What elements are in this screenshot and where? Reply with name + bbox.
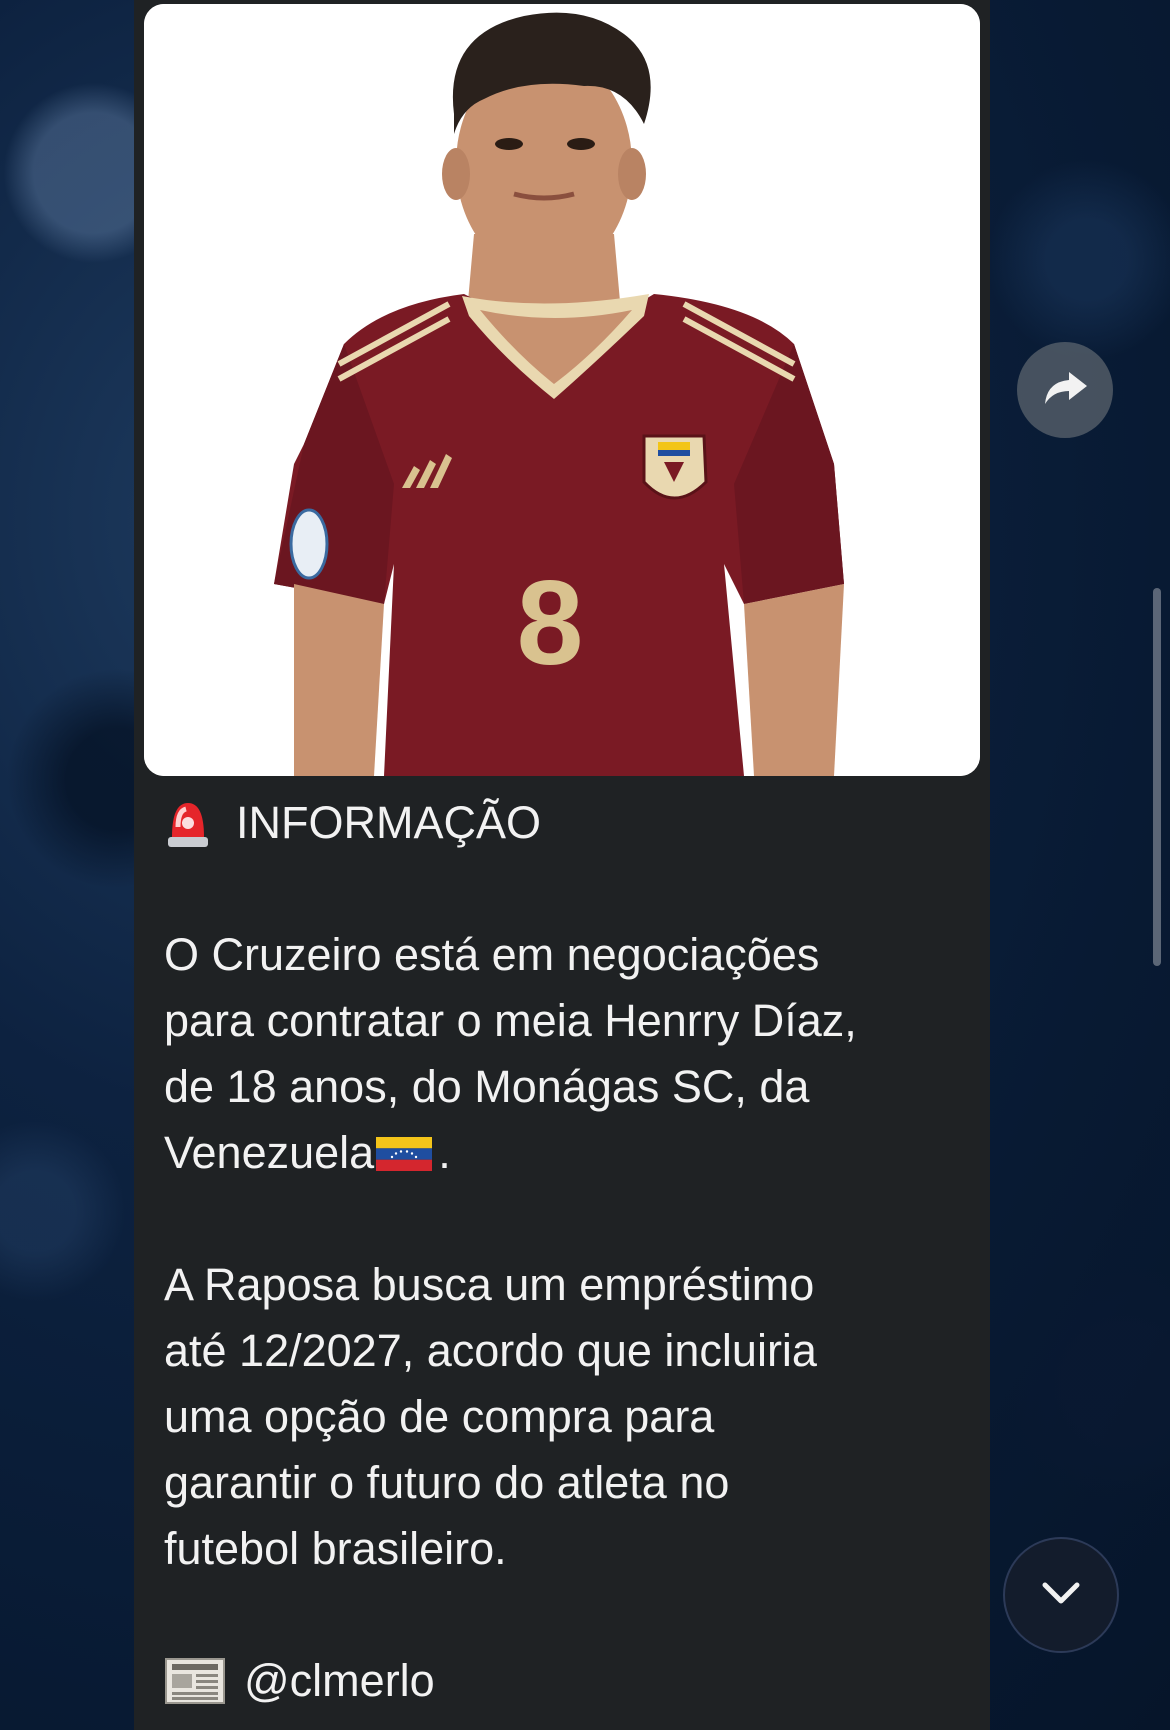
- paragraph-1: O Cruzeiro está em negociações para cont…: [164, 922, 964, 1186]
- paragraph-2: A Raposa busca um empréstimo até 12/2027…: [164, 1252, 964, 1582]
- heading-text: INFORMAÇÃO: [236, 797, 542, 848]
- player-photo[interactable]: 8: [144, 4, 980, 776]
- message-caption: INFORMAÇÃO O Cruzeiro está em negociaçõe…: [164, 790, 964, 1714]
- police-light-icon: [164, 797, 212, 849]
- credit-handle[interactable]: @clmerlo: [244, 1648, 435, 1714]
- paragraph-line: até 12/2027, acordo que incluiria: [164, 1325, 817, 1376]
- chevron-down-icon: [1039, 1579, 1083, 1612]
- paragraph-line: O Cruzeiro está em negociações: [164, 929, 820, 980]
- jersey-number: 8: [517, 556, 584, 690]
- paragraph-text: .: [438, 1127, 451, 1178]
- paragraph-line: Venezuela.: [164, 1120, 964, 1186]
- heading-row: INFORMAÇÃO: [164, 790, 964, 856]
- paragraph-line: uma opção de compra para: [164, 1391, 715, 1442]
- paragraph-line: de 18 anos, do Monágas SC, da: [164, 1061, 810, 1112]
- scroll-down-button[interactable]: [1003, 1537, 1119, 1653]
- paragraph-line: garantir o futuro do atleta no: [164, 1457, 730, 1508]
- scrollbar[interactable]: [1153, 588, 1161, 966]
- paragraph-line: para contratar o meia Henrry Díaz,: [164, 995, 857, 1046]
- paragraph-line: A Raposa busca um empréstimo: [164, 1259, 815, 1310]
- credit-row: @clmerlo: [164, 1648, 964, 1714]
- message-bubble[interactable]: 8 INFORMAÇÃO O Cruzeiro está em negociaç…: [134, 0, 990, 1730]
- venezuela-flag-icon: [376, 1123, 433, 1171]
- paragraph-text: Venezuela: [164, 1127, 375, 1178]
- share-button[interactable]: [1017, 342, 1113, 438]
- newspaper-icon: [164, 1655, 226, 1707]
- share-arrow-icon: [1041, 368, 1089, 413]
- paragraph-line: futebol brasileiro.: [164, 1523, 507, 1574]
